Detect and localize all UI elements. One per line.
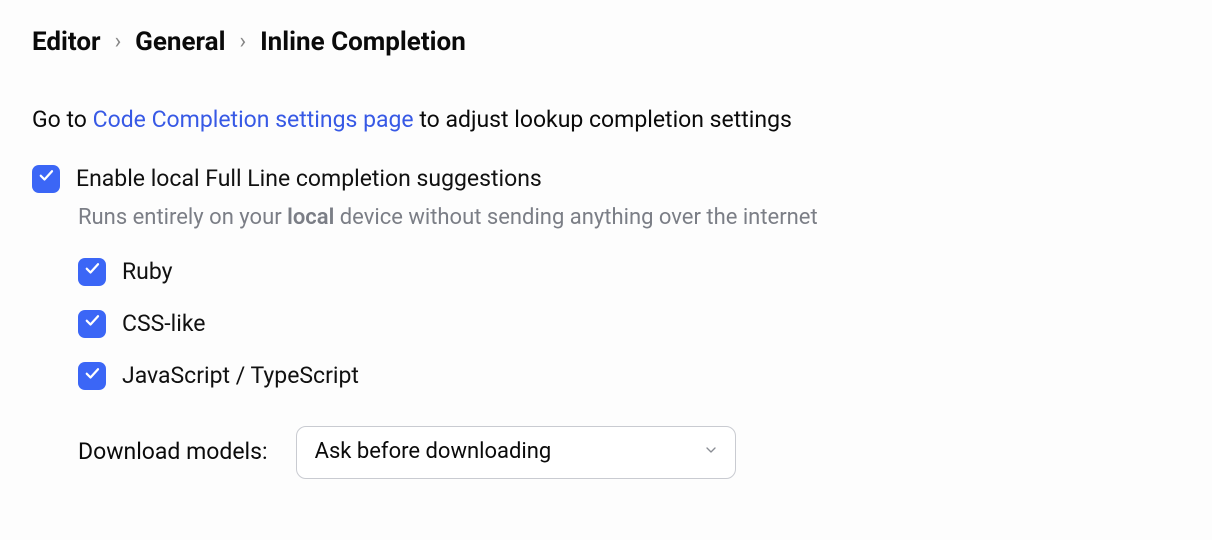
intro-suffix: to adjust lookup completion settings [414, 106, 792, 133]
breadcrumb: Editor › General › Inline Completion [32, 24, 1180, 60]
hint-bold: local [287, 205, 334, 230]
intro-text: Go to Code Completion settings page to a… [32, 104, 1180, 136]
language-label: CSS-like [122, 308, 205, 340]
download-models-label: Download models: [78, 436, 268, 468]
enable-full-line-checkbox[interactable] [32, 165, 60, 193]
hint-suffix: device without sending anything over the… [334, 205, 817, 230]
breadcrumb-item[interactable]: General [135, 24, 225, 60]
language-checkbox-js-ts[interactable] [78, 362, 106, 390]
enable-full-line-label: Enable local Full Line completion sugges… [76, 163, 542, 195]
chevron-down-icon [703, 437, 719, 468]
breadcrumb-item[interactable]: Editor [32, 24, 101, 60]
check-icon [83, 308, 101, 339]
download-models-row: Download models: Ask before downloading [78, 426, 1180, 479]
check-icon [37, 163, 55, 194]
chevron-right-icon: › [115, 27, 122, 58]
language-row-ruby: Ruby [78, 256, 1180, 288]
check-icon [83, 361, 101, 392]
intro-prefix: Go to [32, 106, 93, 133]
language-row-css: CSS-like [78, 308, 1180, 340]
language-label: Ruby [122, 256, 173, 288]
breadcrumb-item: Inline Completion [260, 24, 466, 60]
language-label: JavaScript / TypeScript [122, 360, 359, 392]
code-completion-settings-link[interactable]: Code Completion settings page [93, 106, 414, 133]
language-checkbox-css[interactable] [78, 310, 106, 338]
download-models-select[interactable]: Ask before downloading [296, 426, 736, 479]
enable-full-line-hint: Runs entirely on your local device witho… [78, 203, 1180, 234]
language-checkbox-ruby[interactable] [78, 258, 106, 286]
hint-prefix: Runs entirely on your [78, 205, 287, 230]
check-icon [83, 256, 101, 287]
language-list: Ruby CSS-like JavaScript / TypeScript [78, 256, 1180, 393]
download-models-selected: Ask before downloading [315, 437, 552, 468]
language-row-js-ts: JavaScript / TypeScript [78, 360, 1180, 392]
chevron-right-icon: › [239, 27, 246, 58]
enable-full-line-row: Enable local Full Line completion sugges… [32, 163, 1180, 195]
